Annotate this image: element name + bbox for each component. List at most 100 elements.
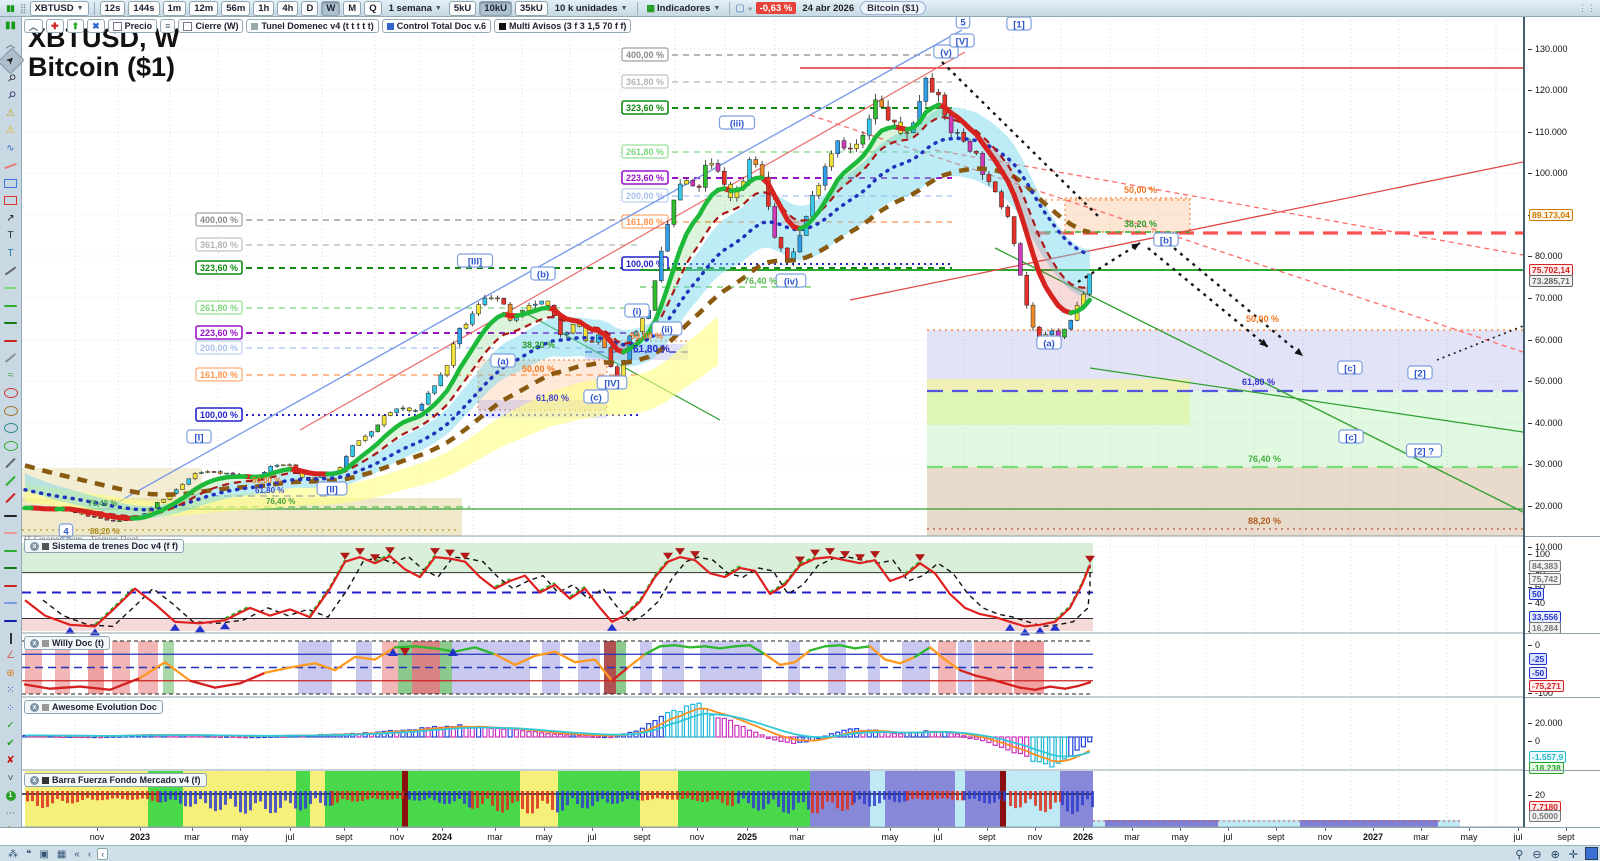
list-icon[interactable]: ≡	[160, 19, 176, 33]
notify-badge-icon[interactable]: 1	[1, 787, 21, 805]
price-badge[interactable]: 0,5000	[1529, 810, 1561, 822]
price-badge[interactable]: -75,271	[1529, 680, 1564, 692]
timeframe-button-144s[interactable]: 144s	[128, 0, 160, 16]
comment-icon[interactable]: ❝	[26, 849, 31, 860]
time-axis[interactable]: nov 2023 mar may jul sept nov 2024 mar may jul sept…	[0, 827, 1600, 846]
close-series-button[interactable]: Cierre (W)	[178, 19, 244, 33]
line-green-icon[interactable]	[1, 472, 21, 490]
period-select[interactable]: 1 semana ▼	[385, 2, 446, 15]
ellipse-red-icon[interactable]	[1, 385, 21, 403]
hline-red2-icon[interactable]	[1, 577, 21, 595]
add-red-icon[interactable]: ✚	[46, 19, 64, 33]
crosshair-icon[interactable]: ✛	[1569, 848, 1578, 861]
price-axis[interactable]: 130.000120.000110.000100.00090.00080.000…	[1523, 17, 1600, 827]
timeframe-button-56m[interactable]: 56m	[221, 0, 251, 16]
indicators-button[interactable]: ▦ Indicadores ▼	[643, 2, 725, 15]
close-icon[interactable]: x	[30, 638, 39, 648]
more-dots-icon[interactable]: ⋯	[1, 805, 21, 823]
checkbox[interactable]	[183, 21, 193, 31]
dashed-segment-icon[interactable]	[1, 157, 21, 175]
collapse-all-icon[interactable]: «	[74, 849, 80, 860]
snapshot-icon[interactable]: ▣	[39, 849, 48, 860]
timeframe-button-4h[interactable]: 4h	[277, 0, 299, 16]
price-badge[interactable]: -25	[1529, 653, 1548, 665]
callout-icon[interactable]: T	[1, 245, 21, 263]
hline-lightgreen-icon[interactable]	[1, 280, 21, 298]
close-icon[interactable]: x	[30, 775, 39, 785]
line-gray-icon[interactable]	[1, 455, 21, 473]
toolbar-handle-icon[interactable]: ⋮⋮	[1578, 3, 1596, 14]
scroll-left-button[interactable]: ‹	[97, 848, 109, 860]
hline-black-icon[interactable]	[1, 507, 21, 525]
angle-icon[interactable]: ∠	[1, 647, 21, 665]
corner-resize-handle[interactable]	[1585, 847, 1598, 860]
units-select[interactable]: 10 k unidades ▼	[551, 2, 632, 15]
panel-tab-sistema-trenes[interactable]: x Sistema de trenes Doc v4 (f f)	[24, 539, 185, 553]
collapse-one-icon[interactable]: ‹	[88, 849, 91, 860]
share-icon[interactable]: ⁂	[8, 849, 18, 860]
arrow-up-green-icon[interactable]: ⬆	[66, 19, 85, 33]
approve-icon[interactable]: ✔	[1, 735, 21, 753]
timeframe-button-1m[interactable]: 1m	[162, 0, 187, 16]
close-blue-icon[interactable]: ✖	[87, 19, 105, 33]
hline-green2-icon[interactable]	[1, 542, 21, 560]
price-badge[interactable]: -50	[1529, 667, 1548, 679]
arrow-icon[interactable]: ↗	[1, 210, 21, 228]
timeframe-button-12s[interactable]: 12s	[99, 0, 126, 16]
close-icon[interactable]: x	[30, 541, 39, 551]
hline-red-icon[interactable]	[1, 332, 21, 350]
hline-darkblue-icon[interactable]	[1, 612, 21, 630]
target-icon[interactable]: ⊕	[1, 665, 21, 683]
rect-blue-icon[interactable]	[1, 175, 21, 193]
tunel-domenec-button[interactable]: Tunel Domenec v4 (t t t t t)	[246, 19, 379, 33]
panel-tab-willy[interactable]: x Willy Doc (t)	[24, 636, 110, 650]
price-badge[interactable]: -18.238	[1529, 762, 1564, 774]
panel-tab-barra-fuerza[interactable]: x Barra Fuerza Fondo Mercado v4 (f)	[24, 773, 207, 787]
main-chart-canvas[interactable]: 400,00 % 361,80 % 323,60 % 261,80 % 223,60 %…	[22, 17, 1523, 827]
wave-icon[interactable]: ≈	[1, 367, 21, 385]
polyline-icon[interactable]: ∿	[1, 140, 21, 158]
hline-lightblue-icon[interactable]	[1, 595, 21, 613]
window-icon[interactable]: ▢	[735, 3, 744, 14]
alarm-icon[interactable]: ⚠	[1, 122, 21, 140]
line-red-icon[interactable]	[1, 490, 21, 508]
ellipse-teal-icon[interactable]	[1, 420, 21, 438]
hline-darkgreen-icon[interactable]	[1, 315, 21, 333]
unit-button-35kU[interactable]: 35kU	[515, 0, 548, 16]
multi-avisos-button[interactable]: Multi Avisos (3 f 3 1,5 70 f f)	[493, 19, 632, 33]
ellipse-green-icon[interactable]	[1, 437, 21, 455]
price-badge[interactable]: 75,742	[1529, 573, 1561, 585]
text-icon[interactable]: T	[1, 227, 21, 245]
zoom-in-icon[interactable]: ⊕	[1551, 848, 1560, 861]
zoom-out-icon[interactable]: ⊖	[1532, 848, 1541, 861]
check-icon[interactable]: ✓	[1, 717, 21, 735]
control-total-button[interactable]: Control Total Doc v.6	[381, 19, 491, 33]
layout-icon[interactable]: ▦	[57, 849, 66, 860]
layout-grid-icon[interactable]: ⣿	[20, 3, 27, 14]
timeframe-button-1h[interactable]: 1h	[253, 0, 275, 16]
unit-button-10kU[interactable]: 10kU	[479, 0, 513, 16]
price-badge[interactable]: 73.285,71	[1529, 275, 1573, 287]
timeframe-button-M[interactable]: M	[343, 0, 362, 16]
collapse-toolbar-button[interactable]: ︿	[24, 19, 44, 33]
zoom-drag-icon[interactable]: ⚲	[1515, 848, 1523, 861]
timeframe-button-D[interactable]: D	[301, 0, 319, 16]
hline-green-icon[interactable]	[1, 297, 21, 315]
unit-button-5kU[interactable]: 5kU	[448, 0, 477, 16]
ruler-icon[interactable]	[1, 350, 21, 368]
rect-red-icon[interactable]	[1, 192, 21, 210]
timeframe-button-W[interactable]: W	[321, 0, 341, 16]
timeframe-button-12m[interactable]: 12m	[189, 0, 219, 16]
hline-darkgreen2-icon[interactable]	[1, 560, 21, 578]
ellipse-brown-icon[interactable]	[1, 402, 21, 420]
price-badge[interactable]: 84,383	[1529, 560, 1561, 572]
hline-pink-icon[interactable]	[1, 525, 21, 543]
vline-icon[interactable]	[1, 630, 21, 648]
symbol-select[interactable]: XBTUSD ▼	[29, 0, 89, 16]
price-badge[interactable]: 50	[1529, 588, 1545, 600]
panel-tab-awesome[interactable]: x Awesome Evolution Doc	[24, 700, 163, 714]
reject-icon[interactable]: ✘	[1, 752, 21, 770]
price-badge[interactable]: 89.173,04	[1529, 209, 1573, 221]
checkbox[interactable]	[112, 21, 122, 31]
chart-logo-icon[interactable]: ▮▮	[1, 17, 21, 35]
